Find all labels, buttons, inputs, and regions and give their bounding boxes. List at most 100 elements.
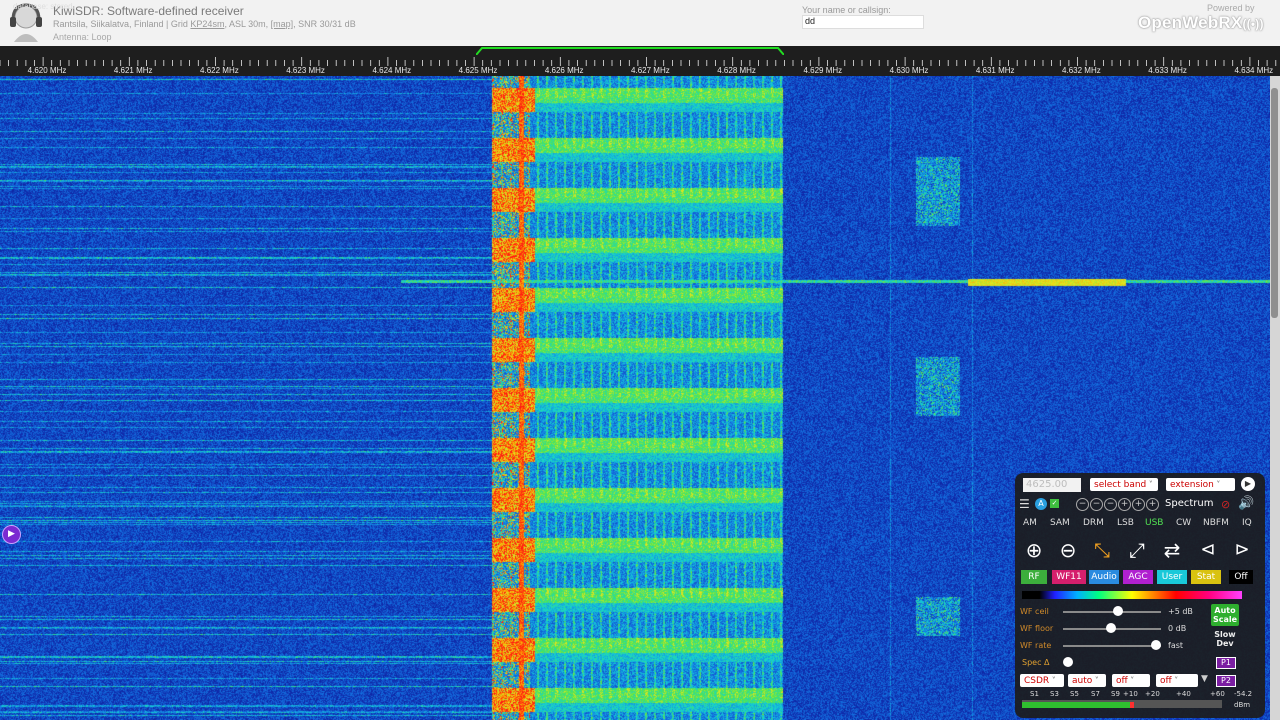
asl-text: , ASL 30m, — [224, 19, 271, 29]
mode-am[interactable]: AM — [1023, 518, 1037, 528]
p1-button[interactable]: P1 — [1216, 657, 1236, 669]
wf-ceil-slider[interactable] — [1063, 611, 1161, 613]
off-dropdown-2[interactable]: off — [1156, 674, 1198, 687]
powered-by-label: Powered by — [1207, 3, 1255, 13]
tab-user[interactable]: User — [1157, 570, 1187, 584]
smeter-label: S5 — [1070, 690, 1079, 698]
logo-text: OpenWebRX — [1138, 13, 1243, 32]
smeter-reading: -54.2 — [1234, 690, 1253, 698]
p2-button[interactable]: P2 — [1216, 675, 1236, 687]
spec-delta-knob[interactable] — [1063, 657, 1073, 667]
tab-stat[interactable]: Stat — [1191, 570, 1221, 584]
mute-icon[interactable]: ⊘ — [1221, 498, 1230, 511]
triangle-down-icon[interactable]: ▼ — [1201, 674, 1208, 684]
tab-agc[interactable]: AGC — [1123, 570, 1153, 584]
spectrum-toggle[interactable]: Spectrum — [1165, 498, 1213, 509]
off-label-2: off — [1160, 676, 1172, 686]
wf-ceil-label: WF ceil — [1020, 607, 1049, 616]
smeter-label: S3 — [1050, 690, 1059, 698]
off-dropdown-1[interactable]: off — [1112, 674, 1150, 687]
zoom-out-max-icon[interactable]: − — [1076, 498, 1089, 511]
zoom-out-icon[interactable]: ⊖ — [1056, 538, 1080, 562]
select-band-dropdown[interactable]: select band — [1090, 478, 1158, 491]
frequency-label: 4.620 MHz — [27, 66, 67, 75]
frequency-label: 4.624 MHz — [372, 66, 412, 75]
auto-label: auto — [1072, 676, 1093, 686]
tab-wf[interactable]: WF11 — [1052, 570, 1086, 584]
step-back-icon[interactable]: ⊲ — [1196, 538, 1220, 562]
tab-off[interactable]: Off — [1229, 570, 1253, 584]
smeter-label: S7 — [1091, 690, 1100, 698]
menu-icon[interactable]: ☰ — [1019, 498, 1030, 510]
mode-sam[interactable]: SAM — [1050, 518, 1070, 528]
wf-ceil-value: +5 dB — [1168, 607, 1193, 616]
map-link[interactable]: [map] — [271, 19, 294, 29]
frequency-label: 4.626 MHz — [544, 66, 584, 75]
expand-icon[interactable]: ⤢ — [1125, 538, 1149, 562]
frequency-label: 4.631 MHz — [975, 66, 1015, 75]
colormap-bar — [1022, 591, 1242, 599]
wf-floor-knob[interactable] — [1106, 623, 1116, 633]
smeter-bar — [1022, 702, 1222, 708]
zoom-in-more-icon[interactable]: + — [1132, 498, 1145, 511]
logo-radio-icon: ((•)) — [1242, 17, 1264, 31]
wf-rate-value: fast — [1168, 641, 1184, 650]
passband-marker[interactable] — [476, 47, 784, 55]
tab-rf[interactable]: RF — [1021, 570, 1047, 584]
mode-usb[interactable]: USB — [1145, 518, 1163, 528]
zoom-band-icon[interactable]: − — [1104, 498, 1117, 511]
mode-cw[interactable]: CW — [1176, 518, 1191, 528]
auto-icon[interactable]: A — [1035, 498, 1047, 510]
snr-text: , SNR 30/31 dB — [293, 19, 356, 29]
top-bar: KiwiSDR: Software-defined receiver Rants… — [0, 0, 1280, 47]
zoom-out-icon[interactable]: − — [1090, 498, 1103, 511]
extension-dropdown[interactable]: extension — [1166, 478, 1235, 491]
check-icon[interactable]: ✓ — [1050, 499, 1059, 508]
frequency-input[interactable]: 4625.00 — [1023, 478, 1081, 492]
zoom-in-max-icon[interactable]: + — [1146, 498, 1159, 511]
wf-floor-value: 0 dB — [1168, 624, 1187, 633]
smeter-label: +10 — [1123, 690, 1138, 698]
frequency-label: 4.633 MHz — [1148, 66, 1187, 75]
grid-link[interactable]: KP24sm — [190, 19, 224, 29]
swap-icon[interactable]: ⇄ — [1160, 538, 1184, 562]
play-icon[interactable]: ▶ — [2, 525, 21, 544]
frequency-label: 4.630 MHz — [889, 66, 929, 75]
wf-ceil-knob[interactable] — [1113, 606, 1123, 616]
step-forward-icon[interactable]: ⊳ — [1230, 538, 1254, 562]
csdr-dropdown[interactable]: CSDR — [1020, 674, 1064, 687]
smeter-label: +60 — [1210, 690, 1225, 698]
zoom-in-icon[interactable]: + — [1118, 498, 1131, 511]
auto-dropdown[interactable]: auto — [1068, 674, 1106, 687]
mode-drm[interactable]: DRM — [1083, 518, 1104, 528]
collapse-icon[interactable]: ⤡ — [1090, 538, 1114, 562]
wf-rate-knob[interactable] — [1151, 640, 1161, 650]
frequency-label: 4.622 MHz — [200, 66, 239, 75]
frequency-label: 4.621 MHz — [113, 66, 153, 75]
tab-audio[interactable]: Audio — [1089, 570, 1119, 584]
receiver-location: Rantsila, Siikalatva, Finland | Grid KP2… — [53, 19, 356, 29]
receiver-title: KiwiSDR: Software-defined receiver — [53, 4, 244, 18]
speaker-icon[interactable]: 🔊 — [1238, 496, 1254, 511]
extension-label: extension — [1170, 480, 1214, 490]
frequency-label: 4.627 MHz — [631, 66, 670, 75]
openwebrx-logo[interactable]: OpenWebRX((•)) — [1138, 13, 1264, 33]
mode-lsb[interactable]: LSB — [1117, 518, 1134, 528]
frequency-label: 4.634 MHz — [1234, 66, 1274, 75]
smeter-label: S1 — [1030, 690, 1039, 698]
wf-rate-label: WF rate — [1020, 641, 1052, 650]
play-icon[interactable]: ▶ — [1241, 477, 1255, 491]
wf-rate-slider[interactable] — [1063, 645, 1161, 647]
scrollbar-thumb[interactable] — [1271, 88, 1278, 318]
callsign-input[interactable]: dd — [802, 15, 924, 29]
zoom-in-icon[interactable]: ⊕ — [1022, 538, 1046, 562]
location-text: Rantsila, Siikalatva, Finland | Grid — [53, 19, 188, 29]
auto-scale-button[interactable]: Auto Scale — [1211, 604, 1239, 626]
mode-iq[interactable]: IQ — [1242, 518, 1252, 528]
smeter-label: +40 — [1176, 690, 1191, 698]
slow-dev-button[interactable]: Slow Dev — [1211, 630, 1239, 652]
frequency-label: 4.629 MHz — [803, 66, 843, 75]
spec-delta-label: Spec Δ — [1022, 658, 1050, 667]
smeter-label: +20 — [1145, 690, 1160, 698]
mode-nbfm[interactable]: NBFM — [1203, 518, 1229, 528]
